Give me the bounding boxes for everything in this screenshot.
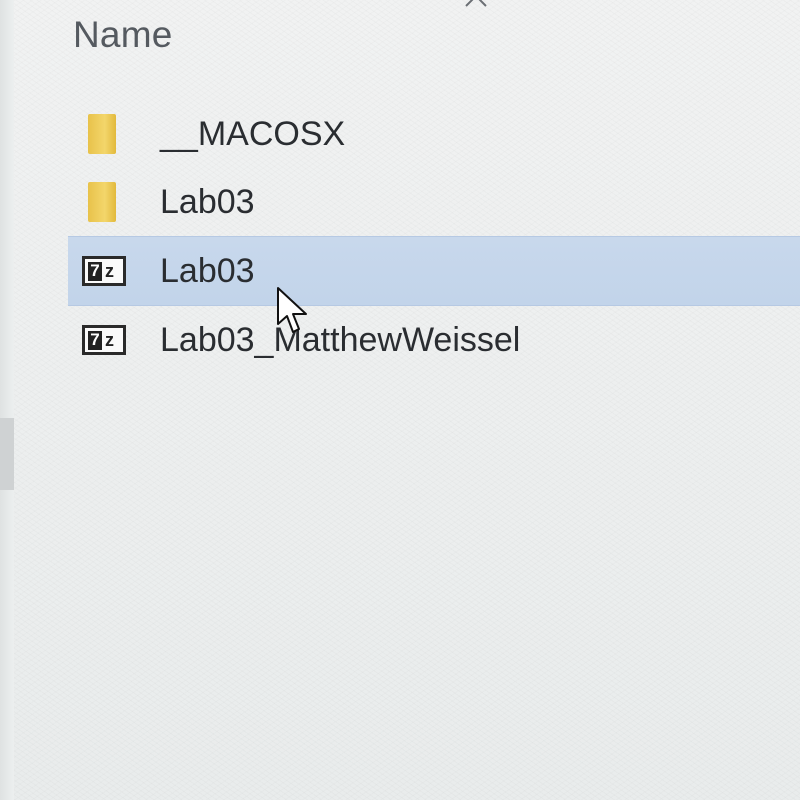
list-item[interactable]: 7z Lab03_MatthewWeissel <box>68 306 800 374</box>
list-item[interactable]: Lab03 <box>68 168 800 236</box>
file-name: __MACOSX <box>160 114 346 153</box>
file-name: Lab03_MatthewWeissel <box>160 320 521 359</box>
mouse-pointer-icon <box>277 287 307 333</box>
file-list: __MACOSX Lab03 7z Lab03 7z Lab03_Matthew… <box>68 100 800 374</box>
folder-icon <box>88 114 116 154</box>
scroll-pane-edge <box>0 0 14 800</box>
column-header-name[interactable]: Name <box>73 14 173 56</box>
chevron-up-icon[interactable] <box>464 0 488 10</box>
7z-archive-icon: 7z <box>82 256 126 286</box>
file-name: Lab03 <box>160 182 255 221</box>
7z-archive-icon: 7z <box>82 325 126 355</box>
list-item-selected[interactable]: 7z Lab03 <box>68 236 800 306</box>
list-item[interactable]: __MACOSX <box>68 100 800 168</box>
folder-icon <box>88 182 116 222</box>
file-name: Lab03 <box>160 251 255 290</box>
navigation-pane-scrollbar[interactable] <box>0 418 14 490</box>
